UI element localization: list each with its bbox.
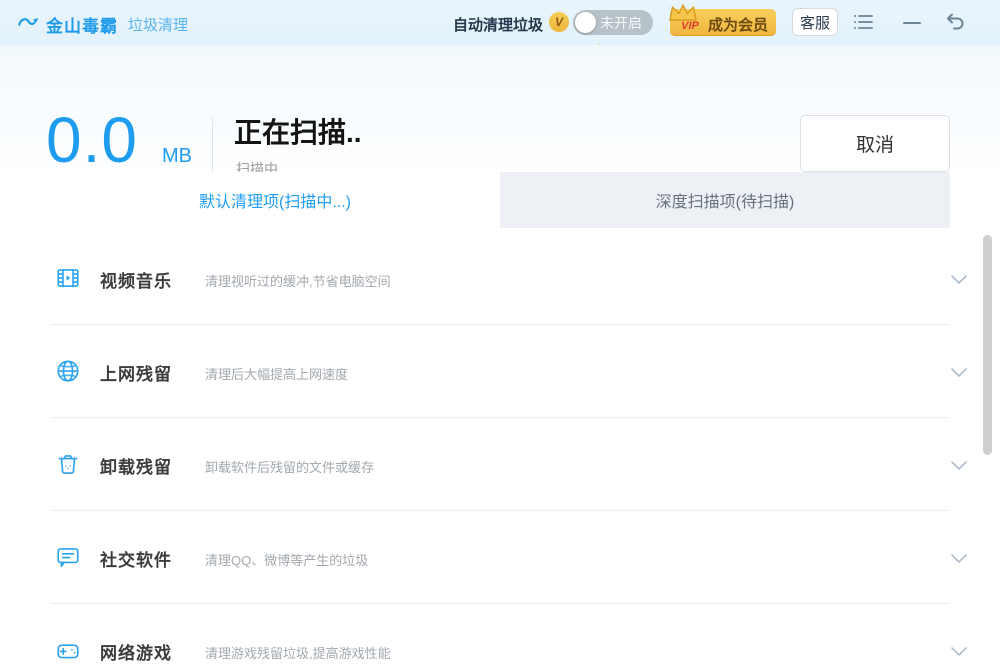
tab-deep-scan[interactable]: 深度扫描项(待扫描) <box>500 172 950 228</box>
trash-icon <box>55 451 81 482</box>
cancel-label: 取消 <box>856 130 894 157</box>
return-arrow-icon[interactable] <box>944 11 966 38</box>
scrollbar-thumb[interactable] <box>983 235 992 455</box>
item-title: 上网残留 <box>100 360 172 385</box>
chevron-down-icon[interactable] <box>950 365 968 383</box>
item-description: 清理视听过的缓冲,节省电脑空间 <box>205 271 391 290</box>
cancel-button[interactable]: 取消 <box>800 115 950 172</box>
become-member-button[interactable]: VIP 成为会员 <box>670 9 776 36</box>
clean-category-list: 视频音乐 清理视听过的缓冲,节省电脑空间 上网残留 清理后大幅提高上网速度 <box>50 232 950 667</box>
chevron-down-icon[interactable] <box>950 644 968 662</box>
support-button[interactable]: 客服 <box>792 8 838 36</box>
list-item-web-residue[interactable]: 上网残留 清理后大幅提高上网速度 <box>50 325 950 418</box>
vip-v-icon: V <box>549 12 569 32</box>
support-label: 客服 <box>800 12 830 33</box>
video-music-icon <box>55 265 81 296</box>
item-title: 网络游戏 <box>100 639 172 664</box>
item-title: 社交软件 <box>100 546 172 571</box>
vip-word: VIP <box>670 20 710 32</box>
titlebar: 金山毒霸 垃圾清理 自动清理垃圾 V 未开启 VIP 成为会员 客服 <box>0 0 1000 45</box>
minimize-icon[interactable] <box>902 16 922 35</box>
scan-status-title: 正在扫描.. <box>234 111 362 151</box>
app-logo-icon <box>16 9 42 40</box>
member-label: 成为会员 <box>708 14 768 35</box>
module-name: 垃圾清理 <box>128 14 188 35</box>
app-name: 金山毒霸 <box>46 12 118 37</box>
list-item-social-apps[interactable]: 社交软件 清理QQ、微博等产生的垃圾 <box>50 511 950 604</box>
junk-clean-window: 金山毒霸 垃圾清理 自动清理垃圾 V 未开启 VIP 成为会员 客服 <box>0 0 1000 667</box>
auto-clean-label: 自动清理垃圾 <box>453 14 543 35</box>
item-description: 清理后大幅提高上网速度 <box>205 364 348 383</box>
item-title: 视频音乐 <box>100 267 172 292</box>
toggle-knob[interactable] <box>575 12 596 33</box>
chevron-down-icon[interactable] <box>950 458 968 476</box>
main-menu-icon[interactable] <box>852 12 874 37</box>
list-item-video-music[interactable]: 视频音乐 清理视听过的缓冲,节省电脑空间 <box>50 232 950 325</box>
tab-default-clean-label: 默认清理项(扫描中...) <box>199 188 351 212</box>
item-description: 清理游戏残留垃圾,提高游戏性能 <box>205 643 391 662</box>
chevron-down-icon[interactable] <box>950 551 968 569</box>
chevron-down-icon[interactable] <box>950 272 968 290</box>
scanned-size-value: 0.0 <box>46 103 138 177</box>
auto-clean-toggle[interactable]: 未开启 <box>573 10 653 35</box>
tabbar: 默认清理项(扫描中...) 深度扫描项(待扫描) <box>50 172 950 228</box>
globe-icon <box>55 358 81 389</box>
item-description: 卸载软件后残留的文件或缓存 <box>205 457 374 476</box>
tab-default-clean[interactable]: 默认清理项(扫描中...) <box>50 172 500 228</box>
gamepad-icon <box>55 637 81 667</box>
list-item-online-games[interactable]: 网络游戏 清理游戏残留垃圾,提高游戏性能 <box>50 604 950 667</box>
chat-icon <box>55 544 81 575</box>
scanned-size-unit: MB <box>162 145 192 168</box>
scan-header: 0.0 MB 正在扫描.. 扫描中... 取消 <box>0 45 1000 168</box>
tab-deep-scan-label: 深度扫描项(待扫描) <box>656 188 795 212</box>
item-description: 清理QQ、微博等产生的垃圾 <box>205 550 368 569</box>
list-item-uninstall-residue[interactable]: 卸载残留 卸载软件后残留的文件或缓存 <box>50 418 950 511</box>
item-title: 卸载残留 <box>100 453 172 478</box>
toggle-state-label: 未开启 <box>600 13 642 33</box>
header-divider <box>212 117 213 173</box>
